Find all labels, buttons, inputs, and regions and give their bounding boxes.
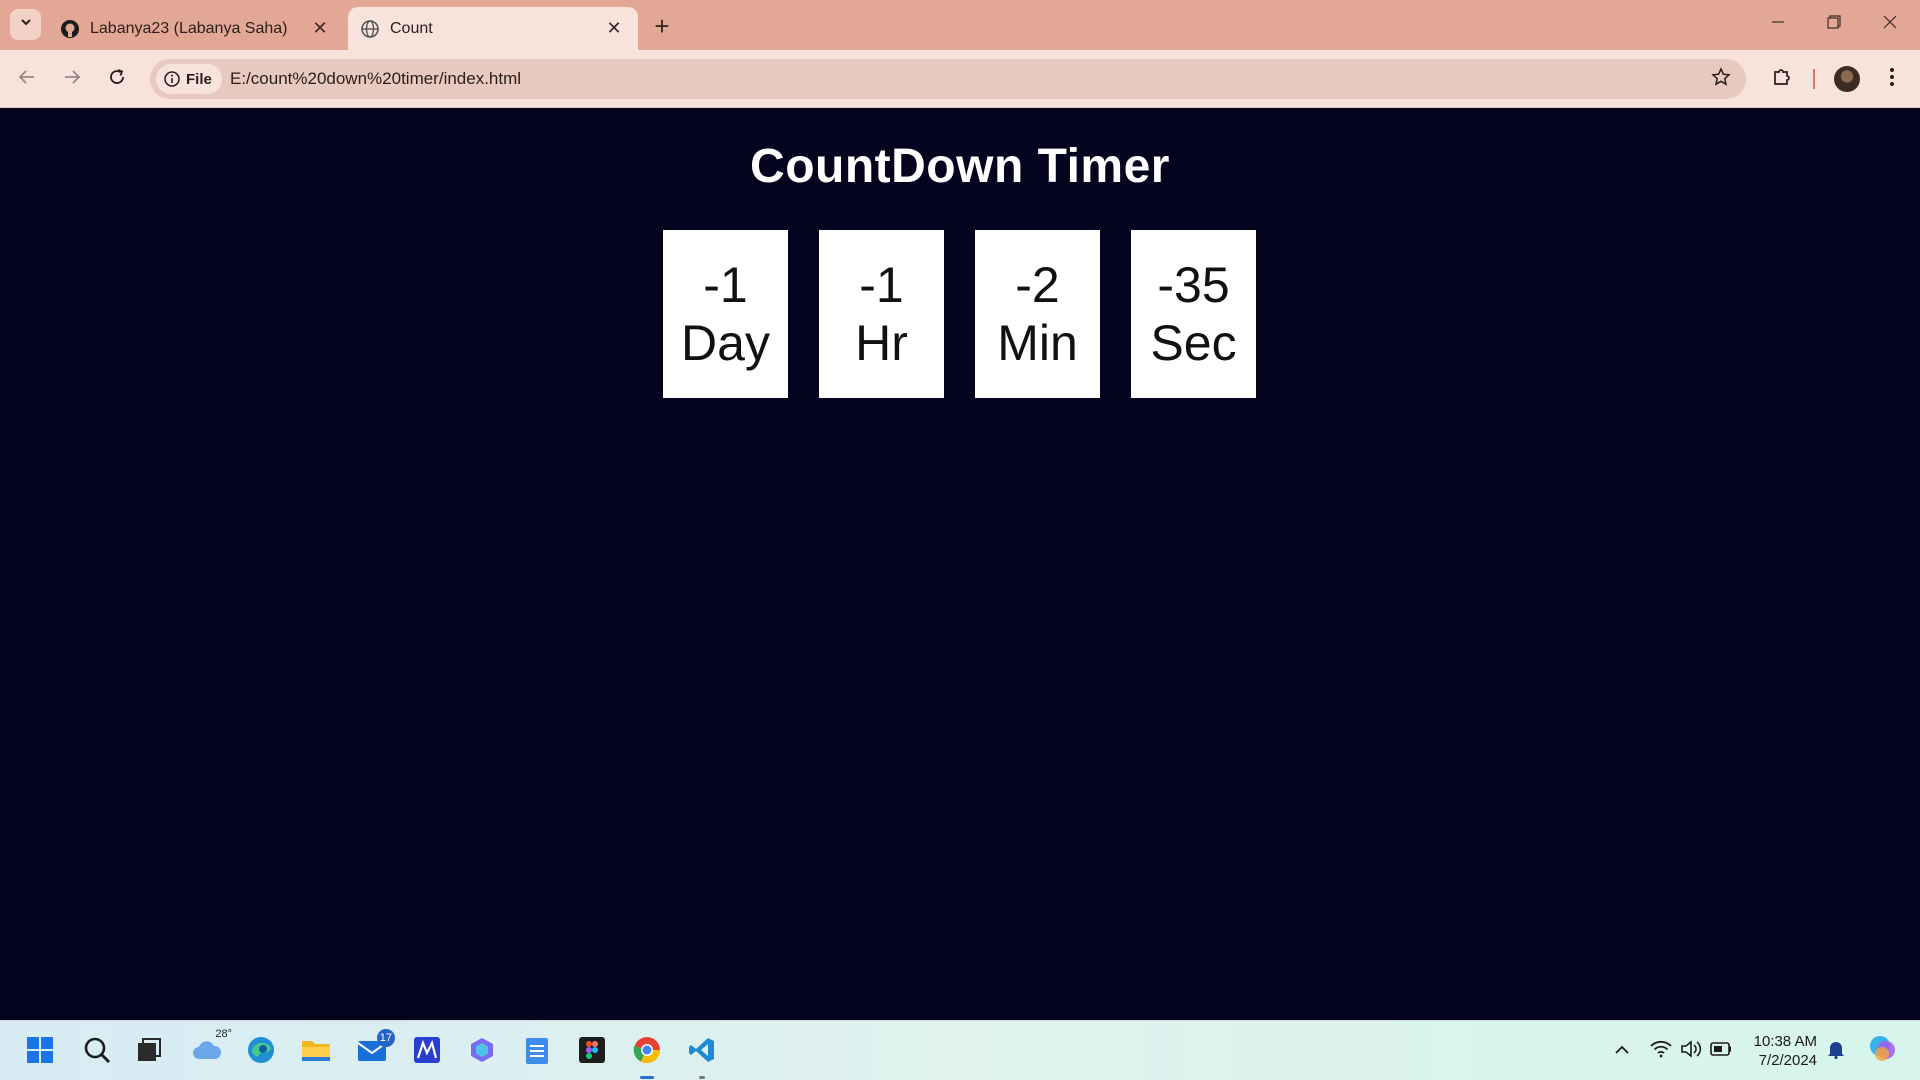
active-app-indicator [640,1076,654,1079]
search-icon [83,1036,111,1069]
bell-icon [1827,1039,1845,1064]
tab-count[interactable]: Count ✕ [348,7,638,50]
url-text[interactable]: E:/count%20down%20timer/index.html [230,69,521,89]
page-content: CountDown Timer -1 Day -1 Hr -2 Min -35 … [0,109,1920,1020]
countdown-label: Min [997,315,1078,371]
star-icon [1711,66,1731,92]
battery-icon [1710,1041,1732,1061]
page-title: CountDown Timer [750,140,1170,193]
copilot-icon [468,1036,496,1069]
chrome-app[interactable] [630,1035,664,1079]
countdown-boxes: -1 Day -1 Hr -2 Min -35 Sec [663,230,1256,398]
site-info-chip[interactable]: File [156,64,222,94]
cloud-icon [192,1039,222,1066]
edge-app[interactable] [244,1035,278,1069]
show-hidden-icons-button[interactable] [1610,1039,1634,1063]
task-view-icon [136,1037,162,1068]
tab-title: Count [390,19,433,37]
globe-icon [360,19,380,39]
close-window-button[interactable] [1862,4,1918,44]
tab-search-button[interactable] [10,9,41,40]
figma-icon [578,1036,606,1069]
edge-icon [246,1035,276,1070]
close-icon [1883,15,1897,34]
close-icon[interactable]: ✕ [600,15,628,43]
tab-github[interactable]: Labanya23 (Labanya Saha) ✕ [48,7,344,50]
tab-strip: Labanya23 (Labanya Saha) ✕ Count ✕ + [0,0,1920,50]
countdown-minutes: -2 Min [975,230,1100,398]
vscode-icon [688,1036,716,1069]
chevron-down-icon [19,15,33,34]
reload-button[interactable] [101,63,133,95]
countdown-label: Sec [1150,315,1237,371]
plus-icon: + [654,10,670,41]
copilot-pre-icon [1867,1033,1899,1070]
copilot-pre-button[interactable] [1866,1034,1900,1068]
copilot-app[interactable] [465,1035,499,1069]
mail-app[interactable]: 17 [355,1029,395,1069]
open-app-indicator [699,1076,705,1079]
battery-button[interactable] [1709,1039,1733,1063]
countdown-label: Day [681,315,770,371]
tab-title: Labanya23 (Labanya Saha) [90,19,288,37]
vscode-app[interactable] [685,1035,719,1079]
chrome-icon [632,1035,662,1070]
github-icon [60,19,80,39]
notepad-app[interactable] [520,1035,554,1069]
extensions-button[interactable] [1766,63,1798,95]
arrow-right-icon [63,68,81,91]
reload-icon [108,68,126,91]
mail-badge: 17 [376,1029,395,1047]
back-button[interactable] [11,63,43,95]
address-bar[interactable]: File E:/count%20down%20timer/index.html [150,59,1746,99]
countdown-value: -1 [859,257,904,313]
browser-toolbar: File E:/count%20down%20timer/index.html [0,50,1920,108]
puzzle-icon [1771,66,1793,93]
close-icon[interactable]: ✕ [306,15,334,43]
countdown-value: -35 [1157,257,1230,313]
taskbar-search-button[interactable] [80,1035,114,1069]
weather-temp: 28° [215,1028,232,1040]
app-m-icon-button[interactable] [410,1035,444,1069]
start-button[interactable] [23,1035,57,1069]
bookmark-star-button[interactable] [1710,66,1732,92]
countdown-days: -1 Day [663,230,788,398]
notifications-button[interactable] [1824,1039,1848,1063]
volume-button[interactable] [1679,1039,1703,1063]
minimize-icon [1771,15,1785,34]
forward-button[interactable] [56,63,88,95]
m-app-icon [413,1036,441,1069]
countdown-value: -2 [1015,257,1060,313]
chevron-up-icon [1614,1042,1630,1060]
countdown-value: -1 [703,257,748,313]
minimize-button[interactable] [1750,4,1806,44]
profile-avatar[interactable] [1834,66,1860,92]
wifi-button[interactable] [1649,1039,1673,1063]
restore-icon [1827,14,1841,34]
restore-button[interactable] [1806,4,1862,44]
task-view-button[interactable] [132,1035,166,1069]
chip-label: File [186,70,212,88]
toolbar-divider [1813,69,1815,89]
system-clock[interactable]: 10:38 AM 7/2/2024 [1745,1032,1817,1070]
file-explorer-app[interactable] [299,1035,333,1069]
taskbar: 28° 17 10:38 AM 7/2/2024 [0,1020,1920,1080]
speaker-icon [1680,1039,1702,1063]
browser-menu-button[interactable] [1876,63,1908,95]
wifi-icon [1650,1040,1672,1063]
windows-logo-icon [26,1036,54,1069]
new-tab-button[interactable]: + [648,10,676,41]
clock-time: 10:38 AM [1753,1033,1817,1050]
more-vertical-icon [1889,67,1895,92]
arrow-left-icon [18,68,36,91]
clock-date: 7/2/2024 [1758,1052,1817,1069]
countdown-hours: -1 Hr [819,230,944,398]
weather-widget[interactable]: 28° [190,1028,232,1069]
countdown-seconds: -35 Sec [1131,230,1256,398]
info-icon [164,71,180,87]
folder-icon [301,1037,331,1068]
notepad-icon [524,1035,550,1070]
figma-app[interactable] [575,1035,609,1069]
countdown-label: Hr [855,315,908,371]
